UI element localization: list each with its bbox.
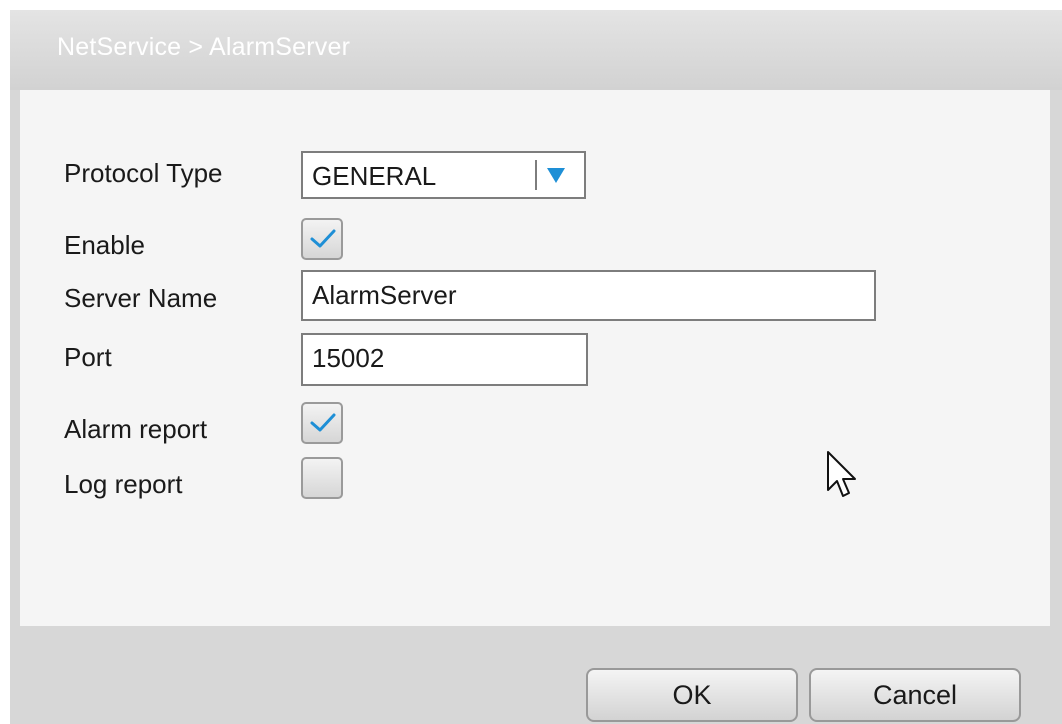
- alarm-report-label: Alarm report: [64, 414, 208, 444]
- select-divider: [535, 160, 537, 190]
- protocol-type-label: Protocol Type: [64, 158, 223, 188]
- port-field[interactable]: 15002: [301, 333, 588, 386]
- server-name-field[interactable]: AlarmServer: [301, 270, 876, 321]
- ok-button[interactable]: OK: [586, 668, 798, 722]
- mouse-pointer-icon: [827, 451, 856, 497]
- checkmark-icon: [310, 229, 336, 248]
- enable-checkbox[interactable]: [301, 218, 343, 260]
- protocol-type-select[interactable]: GENERAL: [301, 151, 586, 199]
- enable-label: Enable: [64, 230, 145, 260]
- title-bar: NetService > AlarmServer: [10, 10, 1062, 90]
- triangle-down-icon[interactable]: [545, 165, 567, 185]
- alarm-server-dialog: NetService > AlarmServer Protocol Type G…: [10, 10, 1062, 724]
- protocol-type-value: GENERAL: [312, 161, 437, 191]
- alarm-report-checkbox[interactable]: [301, 402, 343, 444]
- settings-panel: Protocol Type GENERAL Enable Server Name…: [20, 90, 1050, 626]
- log-report-checkbox[interactable]: [301, 457, 343, 499]
- checkmark-icon: [310, 413, 336, 432]
- log-report-label: Log report: [64, 469, 183, 499]
- server-name-label: Server Name: [64, 283, 218, 313]
- cancel-button[interactable]: Cancel: [809, 668, 1021, 722]
- port-label: Port: [64, 342, 112, 372]
- dialog-title: NetService > AlarmServer: [57, 33, 351, 61]
